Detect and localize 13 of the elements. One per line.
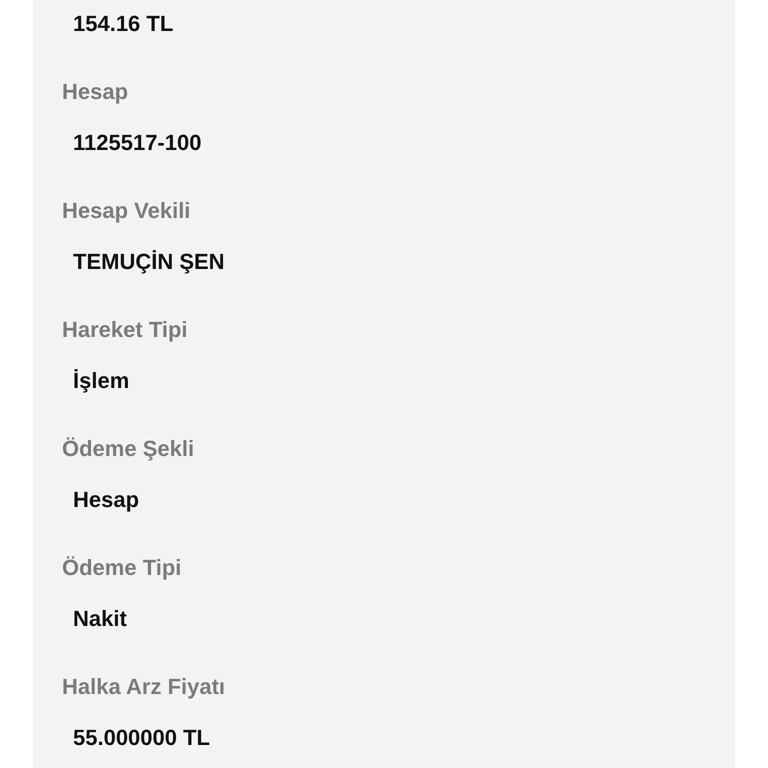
field-value: 55.000000 TL	[73, 724, 210, 752]
field-value: 1125517-100	[73, 129, 202, 157]
field-value: Nakit	[73, 605, 127, 633]
field-value: İşlem	[73, 367, 130, 395]
field-label: Ödeme Tipi	[62, 554, 182, 582]
field-value: 154.16 TL	[73, 10, 174, 38]
field-value: TEMUÇİN ŞEN	[73, 248, 225, 276]
field-label: Hareket Tipi	[62, 316, 188, 344]
field-label: Ödeme Şekli	[62, 435, 194, 463]
field-label: Hesap	[62, 78, 128, 106]
field-label: Hesap Vekili	[62, 197, 190, 225]
field-value: Hesap	[73, 486, 140, 514]
field-label: Halka Arz Fiyatı	[62, 673, 226, 701]
